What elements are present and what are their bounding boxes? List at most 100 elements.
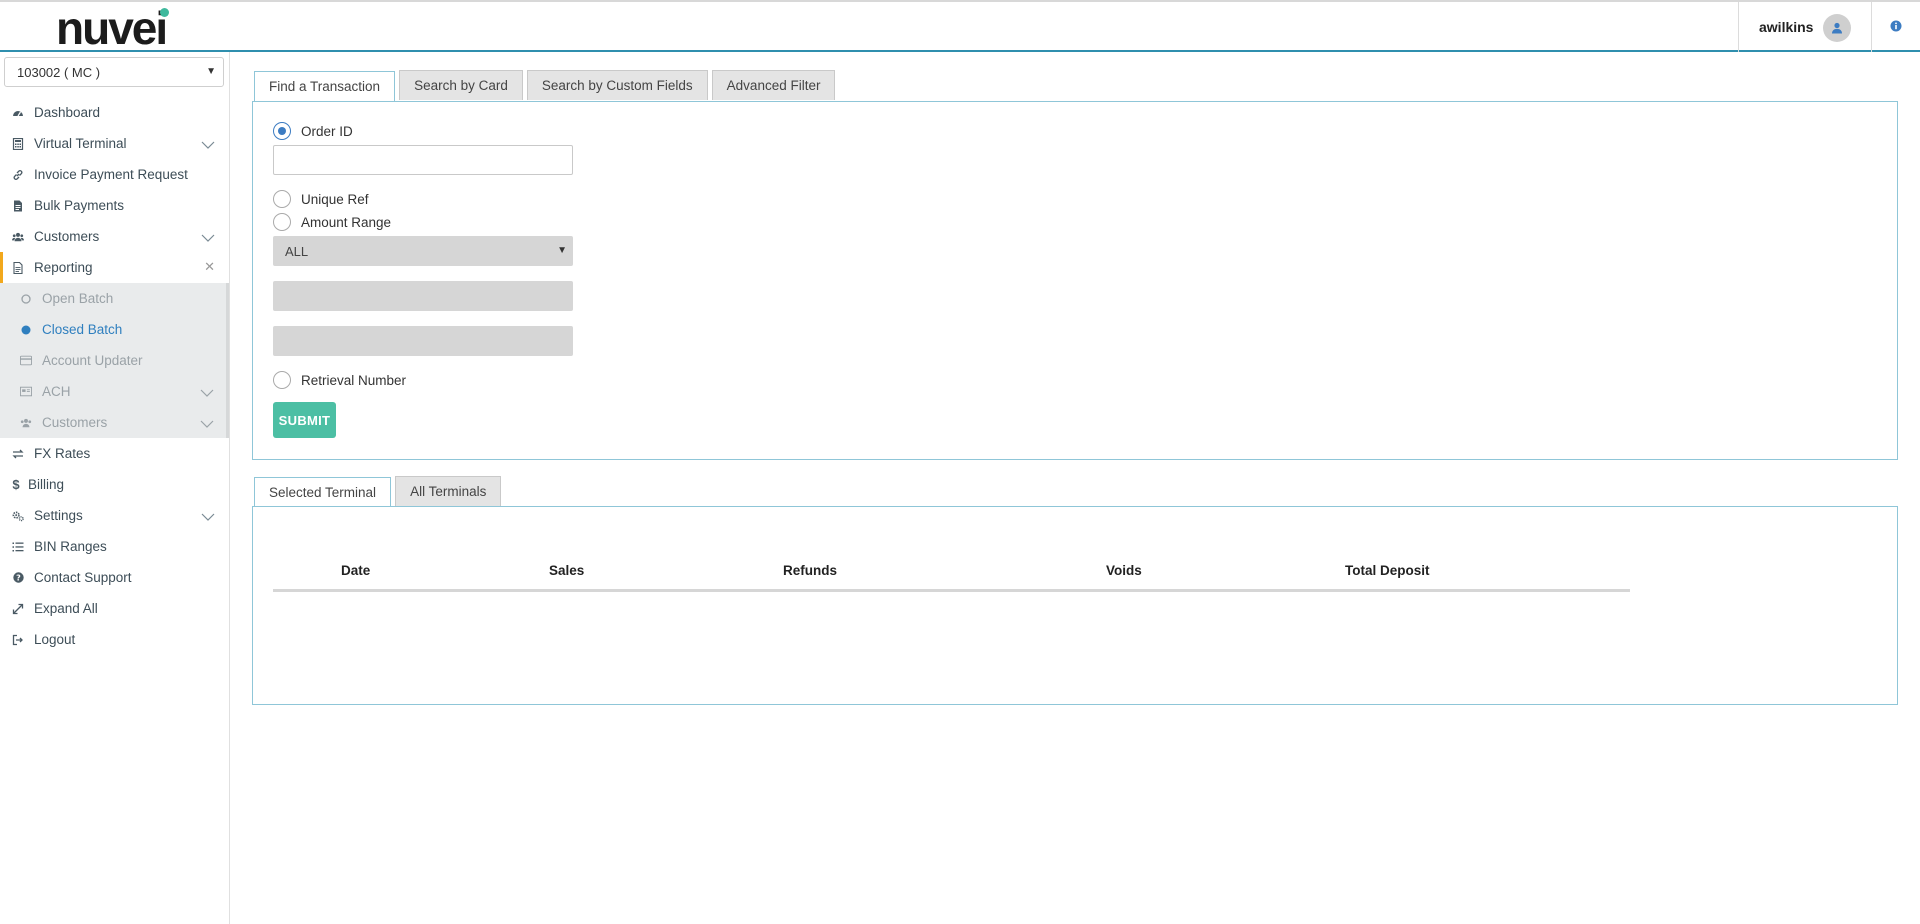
sidebar-item-billing[interactable]: $ Billing <box>0 469 229 500</box>
search-tabs: Find a Transaction Search by Card Search… <box>254 70 839 101</box>
column-header-sales[interactable]: Sales <box>549 563 584 578</box>
column-header-refunds[interactable]: Refunds <box>783 563 837 578</box>
table-header-divider <box>273 589 1630 592</box>
top-header: nuvei awilkins <box>0 0 1920 52</box>
nuvei-logo[interactable]: nuvei <box>56 5 169 51</box>
column-header-total-deposit[interactable]: Total Deposit <box>1345 563 1430 578</box>
user-menu[interactable]: awilkins <box>1738 2 1872 52</box>
sidebar-item-label: Customers <box>34 229 100 244</box>
user-name: awilkins <box>1759 19 1814 35</box>
retrieval-number-radio[interactable] <box>273 371 291 389</box>
amount-max-input[interactable] <box>273 326 573 356</box>
sidebar-subitem-label: Closed Batch <box>42 322 123 337</box>
sidebar-item-invoice-payment-request[interactable]: Invoice Payment Request <box>0 159 229 190</box>
sidebar-item-label: BIN Ranges <box>34 539 107 554</box>
unique-ref-radio[interactable] <box>273 190 291 208</box>
close-icon[interactable]: ✕ <box>204 259 215 275</box>
sidebar-subitem-label: ACH <box>42 384 71 399</box>
sidebar-item-bin-ranges[interactable]: BIN Ranges <box>0 531 229 562</box>
order-id-option[interactable]: Order ID <box>273 122 353 140</box>
unique-ref-option[interactable]: Unique Ref <box>273 190 369 208</box>
tab-find-a-transaction[interactable]: Find a Transaction <box>254 71 396 101</box>
link-icon <box>12 169 24 181</box>
chevron-down-icon[interactable] <box>201 137 215 152</box>
sidebar-item-label: Dashboard <box>34 105 101 120</box>
search-panel: Order ID Unique Ref Amount Range ALL ▼ R… <box>252 101 1898 460</box>
sidebar-item-label: Virtual Terminal <box>34 136 127 151</box>
sidebar-item-fx-rates[interactable]: FX Rates <box>0 438 229 469</box>
batch-summary-panel: Date Sales Refunds Voids Total Deposit <box>252 506 1898 705</box>
sidebar-item-label: Contact Support <box>34 570 132 585</box>
sidebar-subitem-label: Account Updater <box>42 353 143 368</box>
sidebar-item-label: Invoice Payment Request <box>34 167 188 182</box>
sidebar-item-label: Logout <box>34 632 76 647</box>
report-icon <box>12 261 24 274</box>
sidebar-item-expand-all[interactable]: Expand All <box>0 593 229 624</box>
amount-range-option[interactable]: Amount Range <box>273 213 391 231</box>
sidebar-item-label: Bulk Payments <box>34 198 125 213</box>
chevron-down-icon[interactable] <box>200 416 214 431</box>
sidebar-subitem-open-batch[interactable]: Open Batch <box>0 283 226 314</box>
sidebar-subitem-label: Customers <box>42 415 108 430</box>
tab-search-by-card[interactable]: Search by Card <box>399 70 523 100</box>
chevron-down-icon[interactable] <box>200 385 214 400</box>
sidebar-item-contact-support[interactable]: ? Contact Support <box>0 562 229 593</box>
question-icon: ? <box>12 572 24 584</box>
sidebar-item-label: Settings <box>34 508 83 523</box>
calculator-icon <box>12 137 24 150</box>
tab-selected-terminal[interactable]: Selected Terminal <box>254 477 392 507</box>
sidebar-item-virtual-terminal[interactable]: Virtual Terminal <box>0 128 229 159</box>
gears-icon <box>12 510 24 522</box>
amount-range-radio[interactable] <box>273 213 291 231</box>
sidebar-item-label: Expand All <box>34 601 98 616</box>
merchant-select[interactable]: 103002 ( MC ) ▼ <box>4 57 224 87</box>
retrieval-number-option[interactable]: Retrieval Number <box>273 371 406 389</box>
svg-text:?: ? <box>16 573 21 582</box>
caret-down-icon: ▼ <box>206 66 216 77</box>
tab-search-by-custom-fields[interactable]: Search by Custom Fields <box>526 70 708 100</box>
sidebar-subitem-customers[interactable]: Customers <box>0 407 226 438</box>
chevron-down-icon[interactable] <box>201 230 215 245</box>
circle-filled-icon <box>20 324 32 336</box>
sidebar-nav: Dashboard Virtual Terminal Invoice Payme… <box>0 97 229 655</box>
sidebar-subitem-account-updater[interactable]: Account Updater <box>0 345 226 376</box>
sidebar-item-bulk-payments[interactable]: Bulk Payments <box>0 190 229 221</box>
dashboard-icon <box>12 107 24 119</box>
sidebar-item-customers[interactable]: Customers <box>0 221 229 252</box>
sidebar-subitem-closed-batch[interactable]: Closed Batch <box>0 314 226 345</box>
users-icon <box>12 231 24 243</box>
unique-ref-label: Unique Ref <box>301 191 369 207</box>
exchange-icon <box>12 448 24 460</box>
sidebar-subitem-ach[interactable]: ACH <box>0 376 226 407</box>
column-header-date[interactable]: Date <box>341 563 370 578</box>
dollar-icon: $ <box>12 477 20 492</box>
logout-icon <box>12 634 24 646</box>
retrieval-number-label: Retrieval Number <box>301 372 407 388</box>
users-icon <box>20 417 32 429</box>
sidebar-item-dashboard[interactable]: Dashboard <box>0 97 229 128</box>
sidebar-item-label: Billing <box>28 477 65 492</box>
amount-range-select-value: ALL <box>285 243 309 259</box>
column-header-voids[interactable]: Voids <box>1106 563 1142 578</box>
amount-range-label: Amount Range <box>301 214 392 230</box>
sidebar-item-label: FX Rates <box>34 446 91 461</box>
sidebar-item-logout[interactable]: Logout <box>0 624 229 655</box>
merchant-select-value: 103002 ( MC ) <box>17 64 101 80</box>
order-id-input[interactable] <box>273 145 573 175</box>
reporting-submenu: Open Batch Closed Batch Account Updater … <box>0 283 229 438</box>
chevron-down-icon[interactable] <box>201 509 215 524</box>
user-icon[interactable] <box>1823 14 1851 42</box>
order-id-label: Order ID <box>301 123 353 139</box>
amount-min-input[interactable] <box>273 281 573 311</box>
submit-button[interactable]: SUBMIT <box>273 402 336 438</box>
sidebar-item-settings[interactable]: Settings <box>0 500 229 531</box>
document-icon <box>12 200 24 212</box>
tab-advanced-filter[interactable]: Advanced Filter <box>711 70 836 100</box>
tab-all-terminals[interactable]: All Terminals <box>395 476 502 506</box>
caret-down-icon: ▼ <box>557 245 567 256</box>
sidebar-item-reporting[interactable]: Reporting ✕ <box>0 252 229 283</box>
amount-range-select[interactable]: ALL ▼ <box>273 236 573 266</box>
order-id-radio[interactable] <box>273 122 291 140</box>
circle-outline-icon <box>20 293 32 305</box>
info-icon[interactable] <box>1886 16 1906 36</box>
